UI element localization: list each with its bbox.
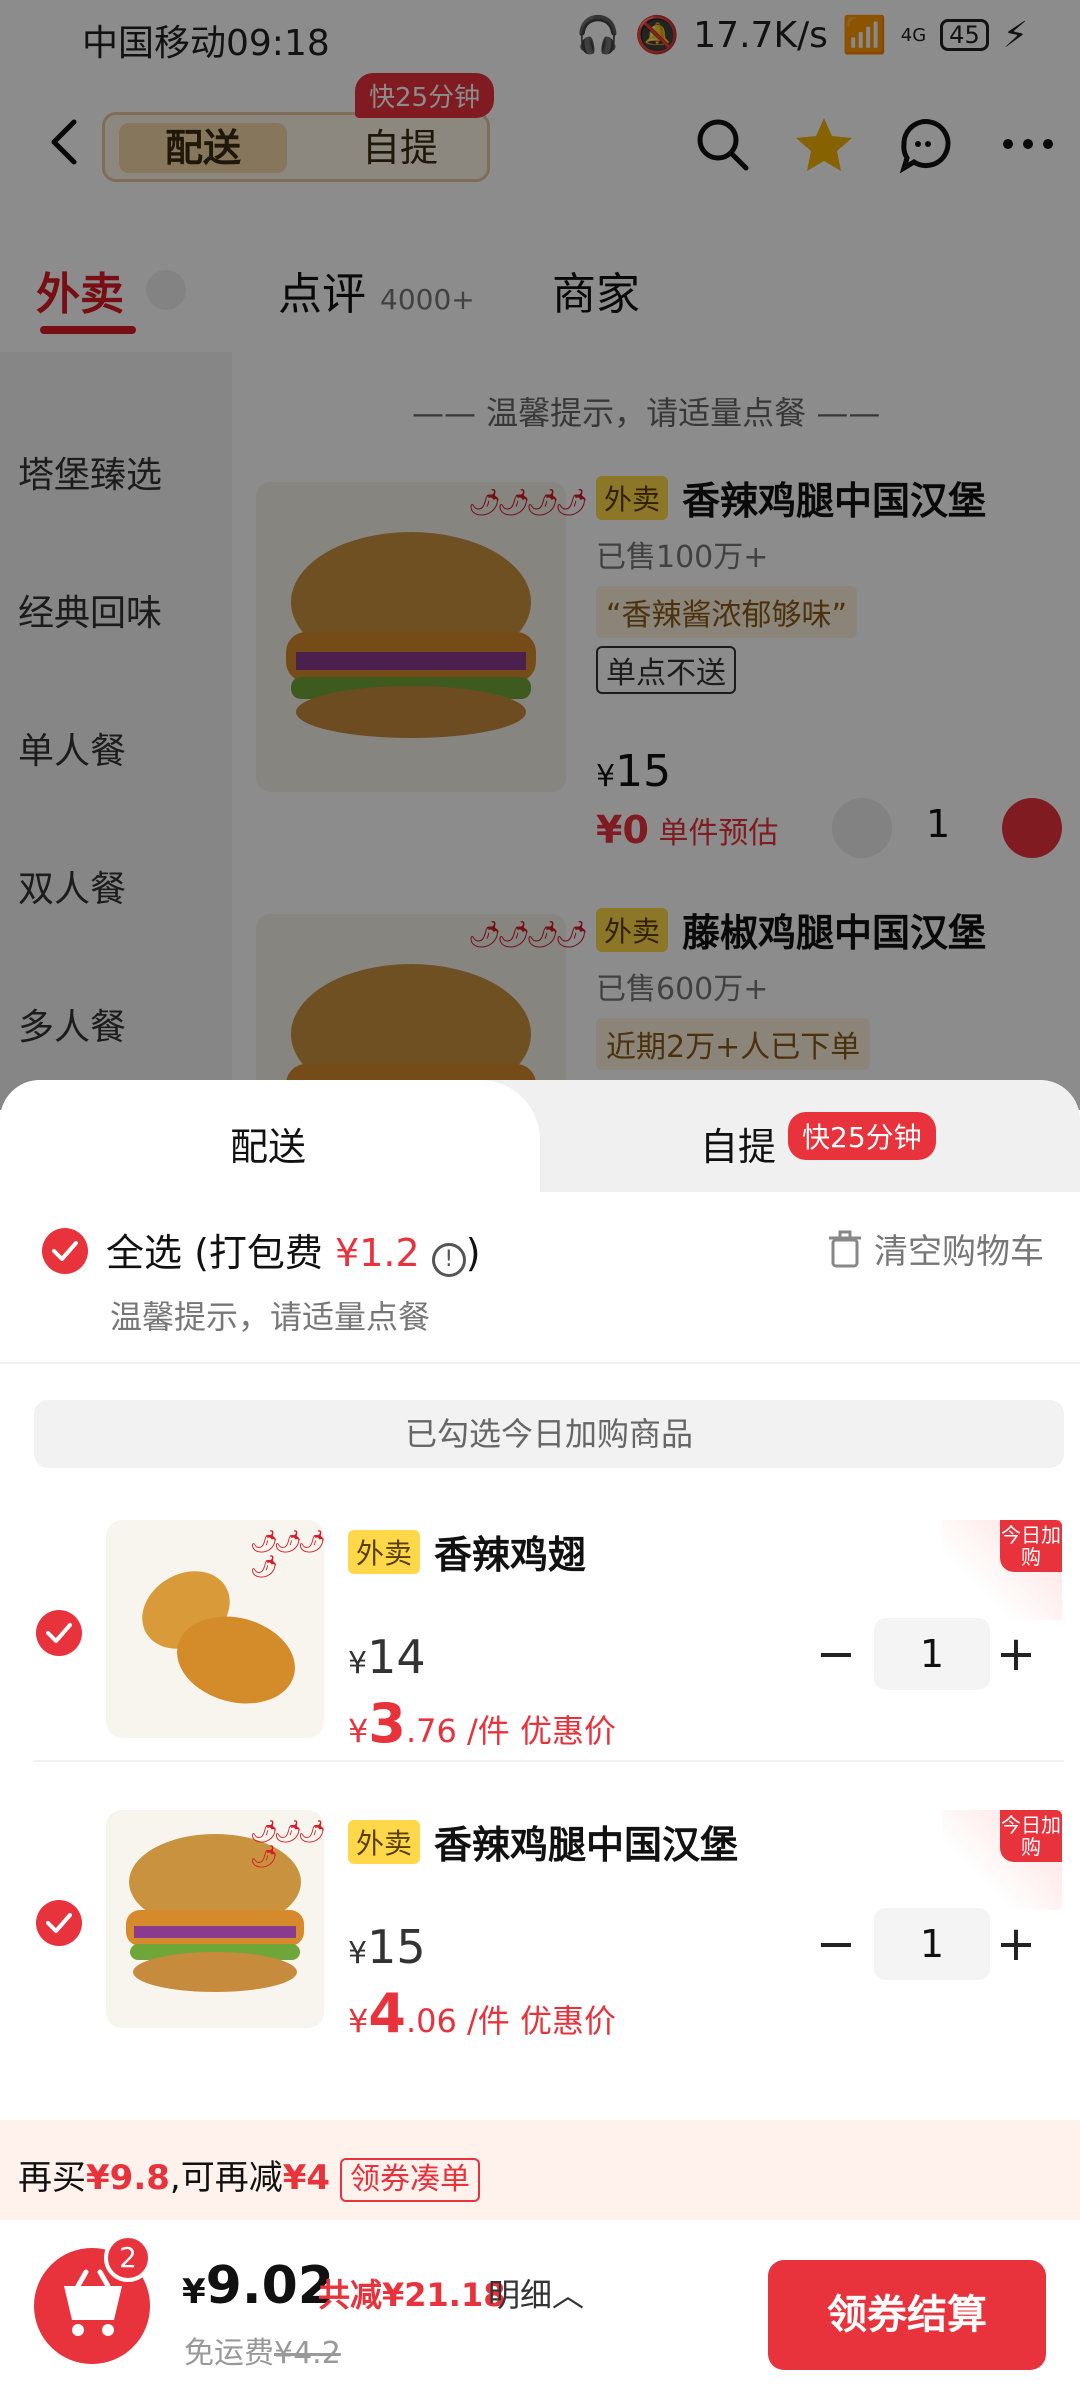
trash-icon	[829, 1230, 861, 1267]
checkout-button[interactable]: 领券结算	[768, 2260, 1046, 2370]
sheet-tabs: 配送 自提 快25分钟	[0, 1080, 1080, 1192]
original-price-value: 14	[367, 1630, 426, 1684]
shipping-label: 免运费	[184, 2336, 274, 2371]
promo-prefix: 再买	[18, 2158, 86, 2198]
cart-sheet: 配送 自提 快25分钟 全选 (打包费 ¥1.2 !) 温馨提示，请适量点餐 清…	[0, 1080, 1080, 2400]
packing-label-close: )	[465, 1231, 481, 1275]
deal-currency: ¥	[348, 1712, 369, 1750]
original-price-value: 15	[367, 1920, 426, 1974]
fast-badge: 快25分钟	[788, 1112, 936, 1160]
get-coupon-button[interactable]: 领券凑单	[340, 2158, 481, 2202]
select-all-row: 全选 (打包费 ¥1.2 !) 温馨提示，请适量点餐 清空购物车	[0, 1192, 1080, 1362]
quantity-stepper: − 1 +	[806, 1618, 1046, 1690]
currency-symbol: ¥	[348, 1936, 368, 1971]
item-checkbox[interactable]	[36, 1610, 82, 1656]
deal-unit: /件 优惠价	[456, 2002, 616, 2040]
promo-bar: 再买¥9.8,可再减¥4 领券凑单	[0, 2120, 1080, 2220]
deal-unit: /件 优惠价	[456, 1712, 616, 1750]
clear-cart-button[interactable]: 清空购物车	[828, 1224, 1044, 1273]
item-checkbox[interactable]	[36, 1900, 82, 1946]
packing-fee: ¥1.2	[335, 1231, 420, 1275]
today-addon-badge-area: 今日加购	[942, 1810, 1062, 1910]
total-value: 9.02	[205, 2256, 334, 2316]
total-price: ¥9.02	[182, 2256, 334, 2316]
select-all-label: 全选 (打包费 ¥1.2 !)	[106, 1222, 481, 1277]
deal-price-dec: .06	[405, 2002, 457, 2040]
deal-price-int: 3	[368, 1692, 406, 1755]
spicy-pepper-icon: 🌶🌶🌶🌶	[250, 1530, 324, 1580]
sheet-tab-delivery[interactable]: 配送	[0, 1080, 540, 1192]
sheet-tab-delivery-label: 配送	[230, 1125, 307, 1169]
product-image[interactable]: 🌶🌶🌶🌶	[106, 1810, 324, 2028]
item-name: 香辣鸡腿中国汉堡	[434, 1823, 739, 1867]
spicy-pepper-icon: 🌶🌶🌶🌶	[250, 1820, 324, 1870]
packing-label-open: (打包费	[194, 1231, 323, 1275]
quantity-value[interactable]: 1	[874, 1908, 990, 1980]
quantity-value[interactable]: 1	[874, 1618, 990, 1690]
plus-button[interactable]: +	[986, 1908, 1046, 1980]
promo-discount: ¥4	[282, 2158, 331, 2198]
today-addon-badge: 今日加购	[1000, 1520, 1062, 1572]
promo-middle: ,可再减	[169, 2158, 283, 2198]
quantity-stepper: − 1 +	[806, 1908, 1046, 1980]
cart-item: 🌶🌶🌶🌶 外卖 香辣鸡翅 ¥14 ¥3.76 /件 优惠价 今日加购 − 1 +	[0, 1500, 1080, 1780]
total-saved: 共减¥21.18	[318, 2276, 506, 2314]
divider	[0, 1362, 1080, 1364]
clear-cart-label: 清空购物车	[874, 1232, 1044, 1272]
shipping-fee: 免运费¥4.2	[184, 2328, 341, 2372]
deal-price: ¥3.76 /件 优惠价	[348, 1692, 616, 1755]
today-addon-badge: 今日加购	[1000, 1810, 1062, 1862]
divider	[34, 1760, 1064, 1762]
reminder-tip: 温馨提示，请适量点餐	[110, 1298, 431, 1336]
deal-currency: ¥	[348, 2002, 369, 2040]
price-detail-toggle[interactable]: 明细︿	[488, 2270, 584, 2316]
promo-amount: ¥9.8	[86, 2158, 170, 2198]
info-icon[interactable]: !	[431, 1243, 466, 1277]
minus-button[interactable]: −	[806, 1618, 866, 1690]
shipping-original: ¥4.2	[274, 2336, 341, 2371]
dim-overlay[interactable]	[0, 0, 1080, 1110]
deal-price-dec: .76	[405, 1712, 457, 1750]
product-image[interactable]: 🌶🌶🌶🌶	[106, 1520, 324, 1738]
item-name: 香辣鸡翅	[434, 1533, 587, 1577]
checkout-bar: 2 ¥9.02 共减¥21.18 明细︿ 免运费¥4.2 领券结算	[0, 2220, 1080, 2400]
deal-price: ¥4.06 /件 优惠价	[348, 1982, 616, 2045]
minus-button[interactable]: −	[806, 1908, 866, 1980]
original-price: ¥14	[348, 1630, 426, 1684]
plus-button[interactable]: +	[986, 1618, 1046, 1690]
sheet-tab-pickup[interactable]: 自提	[700, 1116, 776, 1171]
promo-text: 再买¥9.8,可再减¥4 领券凑单	[18, 2150, 481, 2202]
currency-symbol: ¥	[182, 2272, 206, 2312]
checked-banner: 已勾选今日加购商品	[34, 1400, 1064, 1468]
deal-price-int: 4	[368, 1982, 406, 2045]
original-price: ¥15	[348, 1920, 426, 1974]
select-all-text: 全选	[106, 1231, 183, 1275]
takeout-tag: 外卖	[348, 1819, 421, 1864]
currency-symbol: ¥	[348, 1646, 368, 1681]
today-addon-badge-area: 今日加购	[942, 1520, 1062, 1620]
select-all-checkbox[interactable]	[42, 1228, 88, 1274]
cart-count-badge: 2	[104, 2234, 152, 2282]
takeout-tag: 外卖	[348, 1529, 421, 1574]
cart-item: 🌶🌶🌶🌶 外卖 香辣鸡腿中国汉堡 ¥15 ¥4.06 /件 优惠价 今日加购 −…	[0, 1790, 1080, 2070]
